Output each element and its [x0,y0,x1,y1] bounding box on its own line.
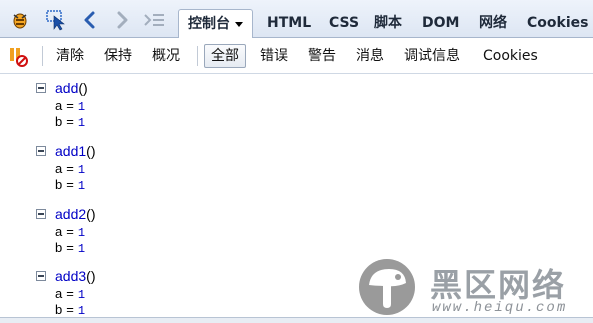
log-group-header[interactable]: add2() [36,206,95,224]
log-row: b = 1 [55,240,86,256]
command-line-strip[interactable] [0,317,593,323]
log-group: add3() a = 1 b = 1 [36,268,95,318]
break-on-errors-icon[interactable] [6,44,30,68]
filter-debug-button[interactable]: 调试信息 [398,44,466,68]
toolbar-separator [42,46,43,66]
log-row: b = 1 [55,114,86,130]
log-row: b = 1 [55,302,86,318]
group-title[interactable]: add1() [55,143,95,159]
filter-warnings-button[interactable]: 警告 [302,44,342,68]
firebug-icon[interactable] [8,8,32,32]
collapse-icon[interactable] [36,209,46,219]
clear-button[interactable]: 清除 [50,44,90,68]
log-group-header[interactable]: add3() [36,268,95,286]
collapse-icon[interactable] [36,146,46,156]
filter-info-button[interactable]: 消息 [350,44,390,68]
main-toolbar: 控制台 HTML CSS 脚本 DOM 网络 Cookies [0,0,593,39]
group-title[interactable]: add3() [55,268,95,284]
tab-cookies[interactable]: Cookies [518,9,593,38]
tab-html[interactable]: HTML [258,9,320,38]
console-toolbar: 清除 保持 概况 全部 错误 警告 消息 调试信息 Cookies [0,38,593,74]
filter-errors-button[interactable]: 错误 [254,44,294,68]
log-row: a = 1 [55,224,86,240]
profile-button[interactable]: 概况 [146,44,186,68]
forward-icon[interactable] [110,8,134,32]
tab-script[interactable]: 脚本 [365,9,411,38]
log-group-header[interactable]: add1() [36,143,95,161]
log-row: b = 1 [55,177,86,193]
log-row: a = 1 [55,286,86,302]
tab-net[interactable]: 网络 [470,9,516,38]
log-row: a = 1 [55,161,86,177]
log-group: add1() a = 1 b = 1 [36,143,95,193]
chevron-down-icon [235,21,243,27]
back-icon[interactable] [78,8,102,32]
mushroom-logo-icon [358,258,420,320]
filter-cookies-button[interactable]: Cookies [477,44,544,68]
inspect-icon[interactable] [44,8,68,32]
group-title[interactable]: add2() [55,206,95,222]
log-group: add2() a = 1 b = 1 [36,206,95,256]
collapse-icon[interactable] [36,271,46,281]
watermark: 黑区网络 www.heiqu.com [358,258,588,318]
log-group-header[interactable]: add() [36,80,88,98]
tab-console[interactable]: 控制台 [178,9,253,39]
persist-button[interactable]: 保持 [98,44,138,68]
tab-console-label: 控制台 [188,16,230,32]
tab-css[interactable]: CSS [320,9,368,38]
group-title[interactable]: add() [55,80,88,96]
toolbar-separator [197,46,198,66]
log-group: add() a = 1 b = 1 [36,80,88,130]
watermark-url: www.heiqu.com [432,300,568,316]
log-row: a = 1 [55,98,86,114]
filter-all-button[interactable]: 全部 [204,44,246,68]
collapse-icon[interactable] [36,83,46,93]
command-line-icon[interactable] [142,8,166,32]
tab-dom[interactable]: DOM [413,9,468,38]
